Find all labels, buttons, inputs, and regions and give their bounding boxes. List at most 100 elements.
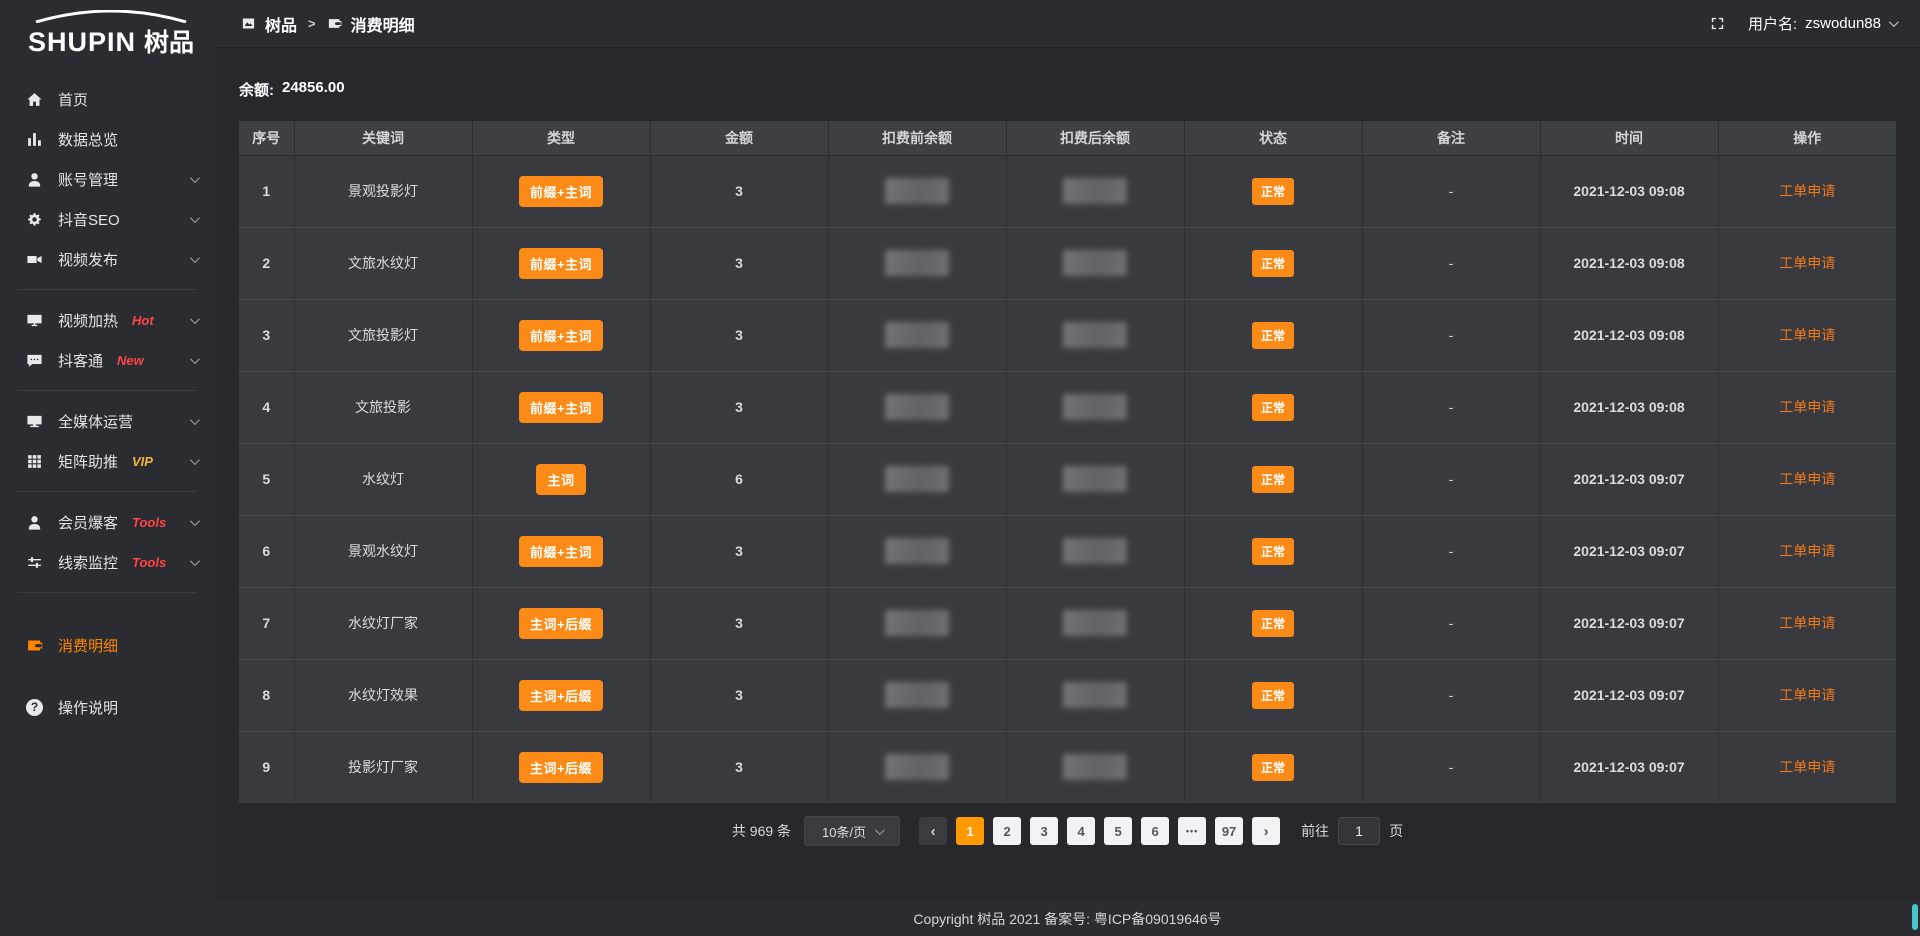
sidebar-item-lead-monitor[interactable]: 线索监控 Tools [0,542,215,582]
fullscreen-icon[interactable] [1709,15,1726,32]
sidebar-item-omnimedia[interactable]: 全媒体运营 [0,401,215,441]
sidebar-item-account-mgmt[interactable]: 账号管理 [0,159,215,199]
sidebar-item-label: 抖音SEO [58,209,120,230]
bar-chart-icon [26,131,43,148]
sidebar-item-label: 操作说明 [58,697,118,718]
page-button-5[interactable]: 5 [1104,817,1132,845]
more-pages-button[interactable]: ••• [1178,817,1206,845]
app-root: SHUPIN 树品 首页 数据总览 账号管理 抖音SEO [0,0,1920,936]
cell-keyword: 文旅水纹灯 [294,227,472,299]
sidebar-item-douyin-seo[interactable]: 抖音SEO [0,199,215,239]
goto-unit: 页 [1389,821,1403,841]
breadcrumb-root[interactable]: 树品 [265,12,297,36]
sidebar-item-label: 账号管理 [58,169,118,190]
table-row: 2 文旅水纹灯 前缀+主词 3 正常 - 2021-12-03 09:08 工单… [239,227,1896,299]
balance-label: 余额: [239,79,274,100]
cell-amount: 3 [650,587,828,659]
next-page-button[interactable]: › [1252,817,1280,845]
grid-icon [26,453,43,470]
sidebar-item-doketong[interactable]: 抖客通 New [0,340,215,380]
prev-page-button[interactable]: ‹ [919,817,947,845]
chevron-down-icon [190,455,200,465]
page-button-3[interactable]: 3 [1030,817,1058,845]
nav-divider [18,289,197,290]
table-header-row: 序号 关键词 类型 金额 扣费前余额 扣费后余额 状态 备注 时间 操作 [239,121,1896,155]
redacted-balance-before [885,178,949,204]
redacted-balance-after [1063,682,1127,708]
status-badge: 正常 [1252,250,1294,277]
sidebar-item-matrix-boost[interactable]: 矩阵助推 VIP [0,441,215,481]
type-badge: 前缀+主词 [519,320,603,351]
status-badge: 正常 [1252,610,1294,637]
user-menu[interactable]: 用户名: zswodun88 [1748,13,1896,34]
logo-arc [32,10,190,23]
page-button-4[interactable]: 4 [1067,817,1095,845]
nav-divider [18,491,197,492]
page-button-1[interactable]: 1 [956,817,984,845]
work-order-link[interactable]: 工单申请 [1779,255,1835,271]
work-order-link[interactable]: 工单申请 [1779,399,1835,415]
cell-note: - [1362,731,1540,803]
wallet-icon [327,16,342,31]
sidebar-item-instructions[interactable]: ? 操作说明 [0,687,215,727]
work-order-link[interactable]: 工单申请 [1779,471,1835,487]
work-order-link[interactable]: 工单申请 [1779,759,1835,775]
redacted-balance-after [1063,610,1127,636]
col-header-index: 序号 [239,121,294,155]
goto-page-input[interactable] [1338,817,1380,845]
col-header-status: 状态 [1184,121,1362,155]
sidebar-item-video-publish[interactable]: 视频发布 [0,239,215,279]
cell-index: 8 [239,659,294,731]
new-tag: New [117,353,144,368]
col-header-balance-before: 扣费前余额 [828,121,1006,155]
chat-icon [26,352,43,369]
wallet-icon [26,637,43,654]
work-order-link[interactable]: 工单申请 [1779,543,1835,559]
sidebar-item-video-heat[interactable]: 视频加热 Hot [0,300,215,340]
type-badge: 主词 [536,464,585,495]
scrollbar-thumb[interactable] [1912,904,1918,930]
page-size-value: 10条/页 [822,822,866,841]
monitor-icon [26,413,43,430]
cell-amount: 3 [650,155,828,227]
sidebar-item-label: 线索监控 [58,552,118,573]
page-button-6[interactable]: 6 [1141,817,1169,845]
cell-amount: 3 [650,299,828,371]
cell-index: 6 [239,515,294,587]
redacted-balance-after [1063,538,1127,564]
sidebar-item-label: 消费明细 [58,635,118,656]
type-badge: 主词+后缀 [519,608,603,639]
chevron-down-icon [875,825,885,835]
cell-time: 2021-12-03 09:07 [1540,731,1718,803]
cell-amount: 6 [650,443,828,515]
breadcrumb-current: 消费明细 [351,12,415,36]
cell-index: 7 [239,587,294,659]
sidebar-item-home[interactable]: 首页 [0,79,215,119]
topbar: 树品 > 消费明细 用户名: zswodun88 [215,0,1920,48]
main-content: 余额: 24856.00 序号 关键词 类型 金额 扣费前余额 扣费后余额 状态… [215,49,1920,902]
table-row: 9 投影灯厂家 主词+后缀 3 正常 - 2021-12-03 09:07 工单… [239,731,1896,803]
work-order-link[interactable]: 工单申请 [1779,687,1835,703]
cell-note: - [1362,299,1540,371]
work-order-link[interactable]: 工单申请 [1779,615,1835,631]
sidebar-item-data-overview[interactable]: 数据总览 [0,119,215,159]
sidebar-item-member-burst[interactable]: 会员爆客 Tools [0,502,215,542]
username-label: 用户名: [1748,13,1797,34]
redacted-balance-after [1063,250,1127,276]
work-order-link[interactable]: 工单申请 [1779,327,1835,343]
page-size-select[interactable]: 10条/页 [804,816,900,846]
work-order-link[interactable]: 工单申请 [1779,183,1835,199]
redacted-balance-before [885,538,949,564]
cell-note: - [1362,371,1540,443]
redacted-balance-before [885,466,949,492]
page-button-97[interactable]: 97 [1215,817,1243,845]
cell-amount: 3 [650,515,828,587]
redacted-balance-after [1063,466,1127,492]
next-arrow-icon: › [1264,824,1269,839]
hot-tag: Hot [132,313,154,328]
sidebar-item-consumption-detail[interactable]: 消费明细 [0,625,215,665]
chevron-down-icon [190,556,200,566]
page-button-2[interactable]: 2 [993,817,1021,845]
col-header-balance-after: 扣费后余额 [1006,121,1184,155]
copyright-text: Copyright 树品 2021 备案号: 粤ICP备09019646号 [913,909,1221,929]
